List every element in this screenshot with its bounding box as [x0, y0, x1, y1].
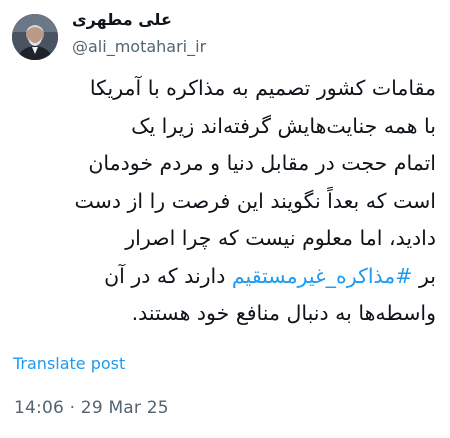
hashtag-link[interactable]: #مذاکره_غیرمستقیم	[232, 264, 413, 288]
avatar[interactable]	[12, 14, 58, 60]
tweet-text-segment: دارند که در آن	[104, 263, 232, 288]
tweet-text-line: دادید، اما معلوم نیست که چرا اصرار	[125, 226, 436, 250]
author-handle[interactable]: @ali_motahari_ir	[72, 37, 206, 56]
tweet-text: مقامات کشور تصمیم به مذاکره با آمریکا با…	[18, 70, 436, 333]
avatar-photo-icon	[12, 14, 58, 60]
tweet-card: علی مطهری @ali_motahari_ir مقامات کشور ت…	[0, 0, 450, 438]
tweet-timestamp[interactable]: 14:06 · 29 Mar 25	[14, 398, 169, 418]
translate-post-link[interactable]: Translate post	[13, 354, 125, 373]
tweet-text-line: با همه جنایت‌هایش گرفته‌اند زیرا یک	[131, 113, 436, 138]
author-display-name[interactable]: علی مطهری	[72, 10, 172, 29]
tweet-text-line: واسطه‌ها به دنبال منافع خود هستند.	[131, 301, 436, 325]
tweet-text-segment: بر	[412, 263, 436, 288]
tweet-header: علی مطهری @ali_motahari_ir	[12, 6, 312, 60]
tweet-text-line-with-hashtag: بر #مذاکره_غیرمستقیم دارند که در آن	[18, 258, 436, 296]
tweet-text-line: است که بعداً نگویند این فرصت را از دست	[74, 188, 436, 213]
tweet-text-line: مقامات کشور تصمیم به مذاکره با آمریکا	[89, 76, 436, 100]
tweet-text-line: اتمام حجت در مقابل دنیا و مردم خودمان	[88, 151, 436, 175]
